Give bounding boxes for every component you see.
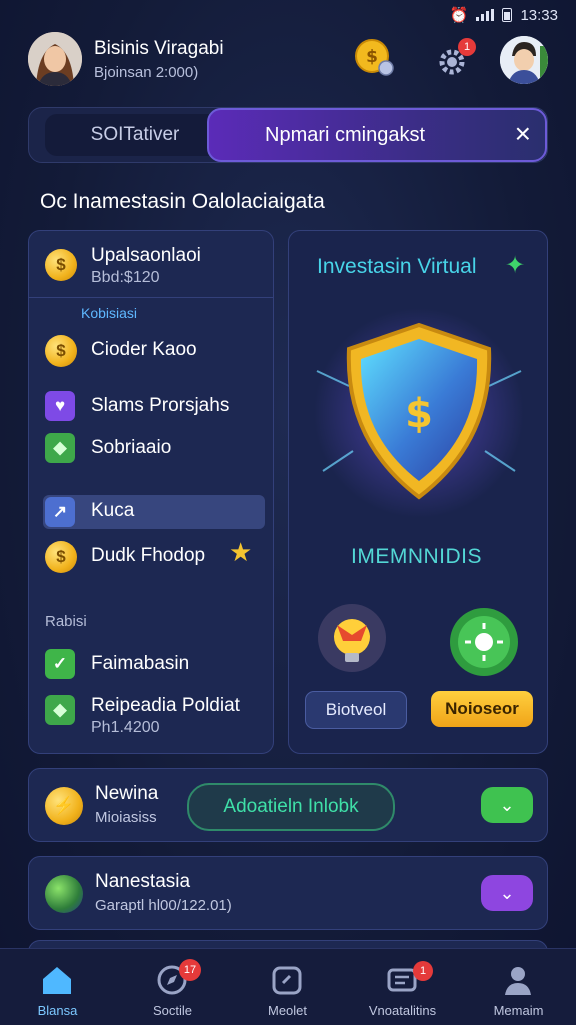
- chevron-down-icon[interactable]: ⌄: [481, 875, 533, 911]
- lightbulb-gift-icon[interactable]: [317, 603, 387, 673]
- tab-explore[interactable]: 17 Soctile: [115, 949, 230, 1025]
- user-name: Bisinis Viragabi: [94, 38, 224, 59]
- action-pill[interactable]: Adoatieln Inlobk: [187, 783, 395, 831]
- segment-right-label: Npmari cmingakst: [265, 124, 426, 146]
- left-action-button[interactable]: Biotveol: [305, 691, 407, 729]
- profile-avatar[interactable]: [500, 36, 548, 84]
- lightning-coin-icon: ⚡: [45, 787, 83, 825]
- chevron-down-icon[interactable]: ⌄: [481, 787, 533, 823]
- group1-label: Kobisiasi: [81, 305, 138, 321]
- card-title: Investasin Virtual: [317, 255, 477, 278]
- menu-item-selected[interactable]: ↗ Kuca: [43, 495, 265, 529]
- menu-item-label: Reipeadia Poldiat: [91, 695, 240, 716]
- status-bar: ⏰ 13:33: [0, 0, 576, 30]
- list-item-title: Newina: [95, 783, 159, 804]
- list-item-title: Nanestasia: [95, 871, 191, 892]
- battery-icon: [502, 8, 513, 22]
- star-icon[interactable]: ★: [229, 537, 252, 568]
- menu-item-label: Dudk Fhodop: [91, 545, 206, 566]
- menu-item-label: Faimabasin: [91, 653, 190, 674]
- tab-badge: 17: [179, 959, 201, 981]
- divider: [29, 297, 273, 298]
- tab-label: Soctile: [152, 1003, 193, 1018]
- list-item[interactable]: ⚡ Newina Mioiasiss Adoatieln Inlobk ⌄: [28, 768, 548, 842]
- tab-label: Memaim: [493, 1003, 544, 1018]
- investment-card: Investasin Virtual ✦ $ IMEMNNIDIS Biotve…: [288, 230, 548, 754]
- sparkle-icon: ✦: [505, 252, 526, 279]
- list-item-sub: Mioiasiss: [95, 809, 157, 826]
- left-menu-card: $ Upalsaonlaoi Bbd:$120 Kobisiasi $ Ciod…: [28, 230, 274, 754]
- segment-left-tab[interactable]: SOITativer: [45, 114, 225, 156]
- signal-icon: [476, 9, 495, 21]
- dollar-coin-icon: $: [45, 541, 77, 573]
- cube-icon: ◆: [45, 695, 75, 725]
- tab-label: Meolet: [267, 1003, 308, 1018]
- check-icon: ✓: [45, 649, 75, 679]
- user-balance: Bjoinsan 2:000): [94, 64, 199, 81]
- dollar-coin-icon: $: [45, 335, 77, 367]
- tab-messages[interactable]: 1 Vnoatalitins: [345, 949, 460, 1025]
- right-action-button[interactable]: Noioseor: [431, 691, 533, 727]
- menu-item-label: Slams Prorsjahs: [91, 395, 230, 416]
- heart-icon: ♥: [45, 391, 75, 421]
- wallet-icon: [272, 966, 302, 995]
- status-time: 13:33: [520, 6, 558, 24]
- tab-badge: 1: [413, 961, 433, 981]
- notification-badge: 1: [458, 38, 476, 56]
- home-icon: [43, 967, 71, 994]
- shield-icon: $: [314, 308, 524, 518]
- list-item-sub: Garaptl hl00/122.01): [95, 897, 232, 914]
- svg-text:$: $: [366, 47, 378, 67]
- alarm-icon: ⏰: [449, 7, 469, 24]
- menu-item-label: Kuca: [91, 500, 135, 521]
- top-item-value: Bbd:$120: [91, 269, 160, 286]
- menu-item-label: Cioder Kaoo: [91, 339, 197, 360]
- tab-home[interactable]: Blansa: [0, 949, 115, 1025]
- settings-button[interactable]: 1: [432, 38, 476, 82]
- cube-icon: ◆: [45, 433, 75, 463]
- coins-button[interactable]: $: [352, 36, 396, 80]
- card-caption: IMEMNNIDIS: [351, 545, 482, 568]
- chart-icon: ↗: [45, 497, 75, 527]
- tab-profile[interactable]: Memaim: [461, 949, 576, 1025]
- sun-badge-icon[interactable]: [449, 607, 519, 677]
- dollar-coin-icon: $: [355, 39, 394, 76]
- segment-right-tab[interactable]: Npmari cmingakst ×: [207, 108, 547, 162]
- top-item-label: Upalsaonlaoi: [91, 245, 201, 266]
- list-item[interactable]: Nanestasia Garaptl hl00/122.01) ⌄: [28, 856, 548, 930]
- close-icon[interactable]: ×: [515, 120, 531, 148]
- menu-item-label: Sobriaaio: [91, 437, 172, 458]
- dollar-coin-icon: $: [45, 249, 77, 281]
- segment-bar: SOITativer Npmari cmingakst ×: [28, 107, 548, 163]
- section-title: Oc Inamestasin Oalolaciaigata: [40, 190, 325, 213]
- menu-item-value: Ph1.4200: [91, 719, 160, 736]
- tab-wallet[interactable]: Meolet: [230, 949, 345, 1025]
- svg-text:$: $: [405, 391, 433, 437]
- avatar[interactable]: [28, 32, 82, 86]
- bottom-tab-bar: Blansa 17 Soctile Meolet 1 Vnoatalitins …: [0, 948, 576, 1025]
- header: Bisinis Viragabi Bjoinsan 2:000) $ 1: [0, 30, 576, 94]
- tab-label: Blansa: [37, 1003, 78, 1018]
- tab-label: Vnoatalitins: [368, 1003, 437, 1018]
- profile-icon: [505, 967, 531, 995]
- group2-label: Rabisi: [45, 613, 87, 630]
- planet-icon: [45, 875, 83, 913]
